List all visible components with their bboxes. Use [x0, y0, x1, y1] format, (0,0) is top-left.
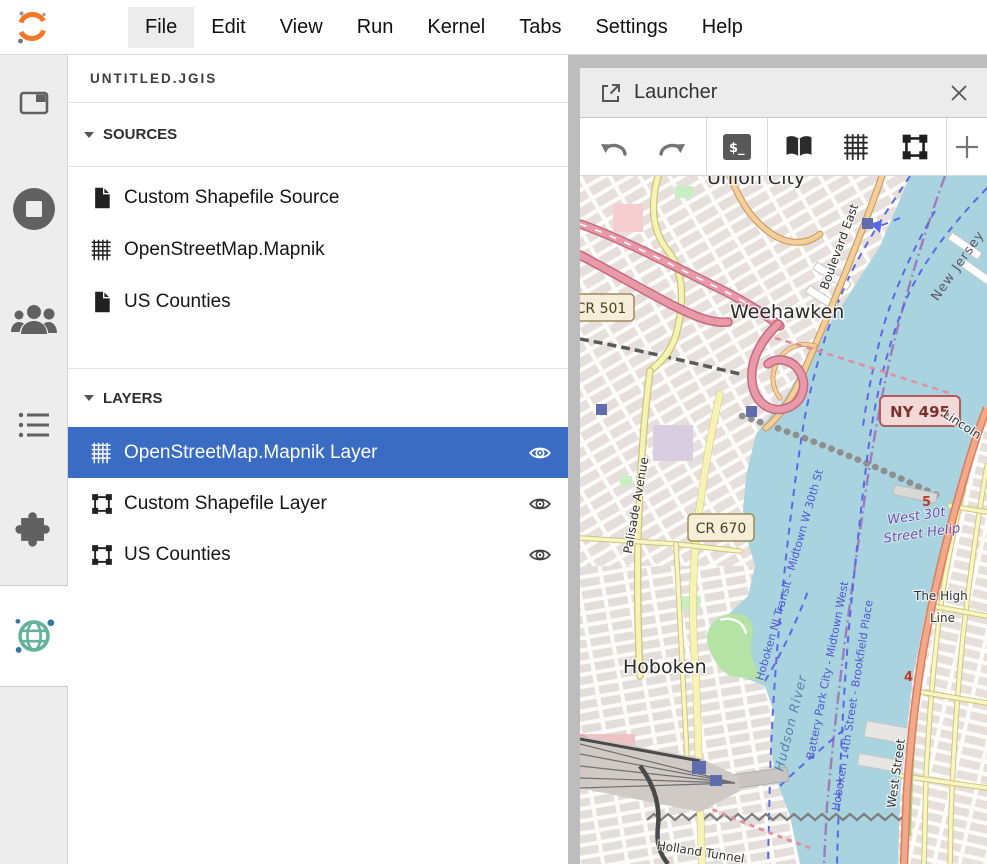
map-toolbar: $_ [580, 118, 987, 176]
jupyter-logo [14, 8, 50, 46]
file-browser-icon[interactable] [0, 87, 68, 119]
redo-button[interactable] [656, 131, 688, 163]
map-canvas[interactable]: Union City Weehawken Hoboken CR 501 CR 6… [580, 176, 987, 864]
map-shield-4: 4 [904, 670, 913, 685]
menu-bar: File Edit View Run Kernel Tabs Settings … [0, 0, 987, 55]
jupytergis-panel-tab[interactable] [0, 585, 68, 687]
chevron-down-icon [84, 132, 94, 138]
open-book-icon [783, 133, 815, 161]
source-item-openstreetmap[interactable]: OpenStreetMap.Mapnik [68, 224, 568, 276]
raster-grid-icon [842, 132, 872, 162]
menu-view[interactable]: View [263, 7, 340, 48]
raster-grid-icon [90, 440, 114, 466]
table-of-contents-icon[interactable] [0, 410, 68, 440]
shield-cr670: CR 670 [688, 514, 754, 541]
openstreetmap-view: Union City Weehawken Hoboken CR 501 CR 6… [580, 176, 987, 864]
shield-cr501: CR 501 [580, 294, 634, 321]
svg-text:CR 670: CR 670 [696, 521, 747, 537]
layer-label: US Counties [124, 544, 231, 566]
map-label-hoboken: Hoboken [623, 656, 707, 678]
vector-polygon-icon [90, 542, 114, 568]
menu-kernel[interactable]: Kernel [410, 7, 502, 48]
vector-polygon-icon [900, 132, 930, 162]
undo-button[interactable] [598, 131, 630, 163]
sources-list: Custom Shapefile Source OpenStreetMap.Ma… [68, 167, 568, 368]
document-title: UNTITLED.JGIS [68, 55, 568, 103]
svg-text:CR 501: CR 501 [580, 301, 626, 317]
source-item-custom-shapefile[interactable]: Custom Shapefile Source [68, 172, 568, 224]
jupytergis-side-panel: UNTITLED.JGIS SOURCES Custom Shapefile S… [68, 55, 568, 864]
extension-manager-icon[interactable] [0, 508, 68, 548]
collaborators-icon[interactable] [0, 300, 68, 338]
raster-grid-icon [90, 237, 114, 263]
layer-item-custom-shapefile[interactable]: Custom Shapefile Layer [68, 478, 568, 529]
running-kernels-icon[interactable] [0, 186, 68, 232]
identify-button[interactable] [783, 131, 815, 163]
menu-run[interactable]: Run [340, 7, 411, 48]
layer-label: OpenStreetMap.Mapnik Layer [124, 442, 377, 464]
source-label: Custom Shapefile Source [124, 187, 339, 209]
menu-file[interactable]: File [128, 7, 194, 48]
new-raster-layer-button[interactable] [841, 131, 873, 163]
layers-list: OpenStreetMap.Mapnik Layer Custom Shapef… [68, 427, 568, 580]
launcher-tab-icon [599, 81, 623, 105]
map-label-union-city: Union City [707, 176, 805, 189]
sources-section-header[interactable]: SOURCES [68, 103, 568, 167]
visibility-eye-icon[interactable] [528, 545, 552, 565]
map-label-weehawken: Weehawken [730, 301, 844, 323]
layers-section-header[interactable]: LAYERS [68, 368, 568, 427]
undo-icon [598, 134, 630, 160]
chevron-down-icon [84, 395, 94, 401]
layer-item-us-counties[interactable]: US Counties [68, 529, 568, 580]
visibility-eye-icon[interactable] [528, 443, 552, 463]
add-button[interactable] [951, 131, 983, 163]
source-item-us-counties[interactable]: US Counties [68, 276, 568, 328]
close-icon[interactable] [947, 81, 971, 105]
menu-help[interactable]: Help [685, 7, 760, 48]
map-label-high-line-1: The High [913, 589, 968, 603]
layers-header-label: LAYERS [103, 390, 162, 407]
visibility-eye-icon[interactable] [528, 494, 552, 514]
redo-icon [656, 134, 688, 160]
activity-bar [0, 55, 68, 864]
main-dock-area: Launcher [568, 55, 987, 864]
plus-icon [953, 133, 981, 161]
tab-bar: Launcher [580, 68, 987, 118]
svg-text:$_: $_ [729, 141, 745, 156]
sources-header-label: SOURCES [103, 126, 177, 143]
menu-edit[interactable]: Edit [194, 7, 262, 48]
map-shield-5: 5 [922, 495, 931, 510]
source-label: US Counties [124, 291, 231, 313]
source-label: OpenStreetMap.Mapnik [124, 239, 325, 261]
layer-item-openstreetmap[interactable]: OpenStreetMap.Mapnik Layer [68, 427, 568, 478]
file-icon [90, 185, 114, 211]
menu-tabs[interactable]: Tabs [502, 7, 578, 48]
terminal-button[interactable]: $_ [721, 131, 753, 163]
map-label-high-line-2: Line [930, 611, 955, 625]
new-vector-layer-button[interactable] [899, 131, 931, 163]
layer-label: Custom Shapefile Layer [124, 493, 327, 515]
menu-settings[interactable]: Settings [578, 7, 684, 48]
tab-label[interactable]: Launcher [634, 81, 717, 104]
vector-polygon-icon [90, 491, 114, 517]
terminal-icon: $_ [721, 132, 753, 162]
file-icon [90, 289, 114, 315]
globe-icon [12, 614, 56, 658]
